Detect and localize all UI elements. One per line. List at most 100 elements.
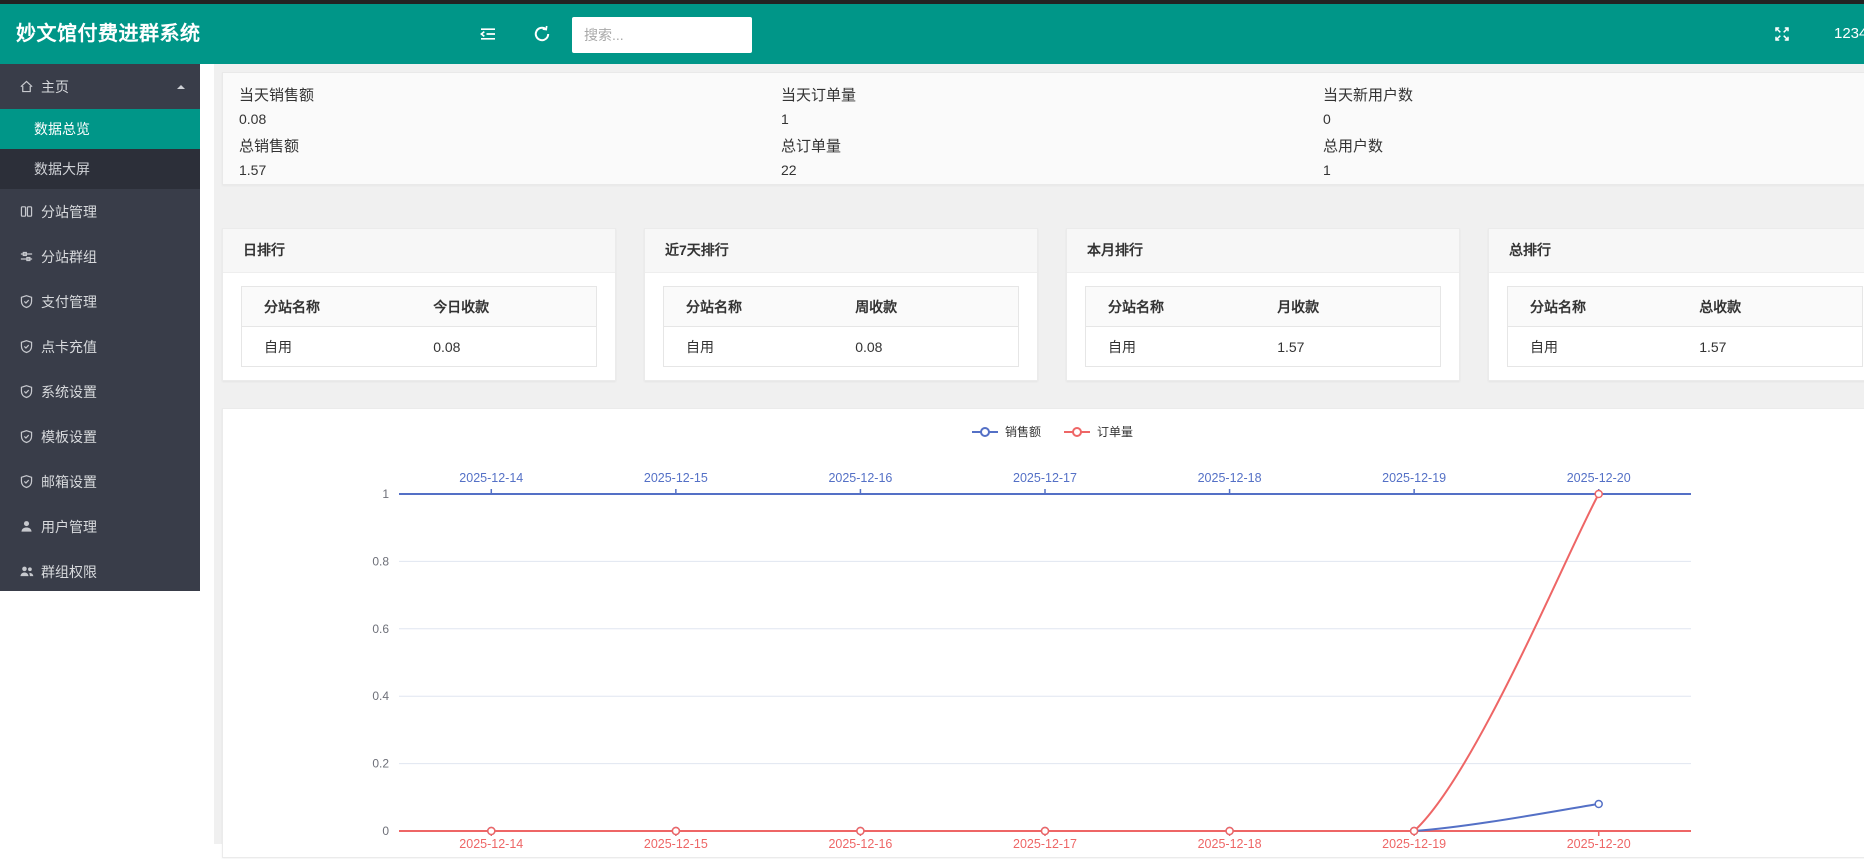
legend-marker-icon xyxy=(1063,426,1091,438)
sidebar-item-data-overview[interactable]: 数据总览 xyxy=(0,109,200,149)
fullscreen-icon[interactable] xyxy=(1764,4,1800,64)
sidebar-item-email-settings[interactable]: 邮箱设置 xyxy=(0,459,200,504)
app-header: 妙文馆付费进群系统 12345 xyxy=(0,4,1864,64)
svg-text:2025-12-16: 2025-12-16 xyxy=(828,471,892,485)
legend-label: 销售额 xyxy=(1005,425,1041,439)
sidebar-item-substation-groups[interactable]: 分站群组 xyxy=(0,234,200,279)
stat-label: 当天销售额 xyxy=(239,83,765,109)
window-top-edge xyxy=(0,0,1864,4)
sidebar-item-group-permissions[interactable]: 群组权限 xyxy=(0,549,200,594)
table-header-row: 分站名称总收款 xyxy=(1508,287,1863,327)
stat-cell: 总用户数1 xyxy=(1307,129,1847,180)
sidebar-item-template-settings[interactable]: 模板设置 xyxy=(0,414,200,459)
search-box xyxy=(572,17,752,53)
search-input[interactable] xyxy=(572,17,752,53)
shield-icon xyxy=(18,293,35,310)
stat-label: 总用户数 xyxy=(1323,134,1847,160)
svg-text:2025-12-19: 2025-12-19 xyxy=(1382,471,1446,485)
stat-value: 22 xyxy=(781,160,1307,180)
sidebar-item-payment-management[interactable]: 支付管理 xyxy=(0,279,200,324)
table-cell: 自用 xyxy=(1086,327,1278,367)
stat-cell: 当天新用户数0 xyxy=(1307,78,1847,129)
svg-text:2025-12-17: 2025-12-17 xyxy=(1013,471,1077,485)
svg-text:2025-12-19: 2025-12-19 xyxy=(1382,837,1446,851)
table-header-row: 分站名称月收款 xyxy=(1086,287,1441,327)
table-header-row: 分站名称今日收款 xyxy=(242,287,597,327)
stat-cell: 总销售额1.57 xyxy=(223,129,765,180)
sidebar-item-data-screen[interactable]: 数据大屏 xyxy=(0,149,200,189)
sidebar-item-user-management[interactable]: 用户管理 xyxy=(0,504,200,549)
sidebar-item-label: 用户管理 xyxy=(35,517,97,537)
legend-item-orders[interactable]: 订单量 xyxy=(1063,425,1133,439)
ranking-table: 分站名称总收款自用1.57 xyxy=(1507,286,1863,367)
sidebar-item-label: 主页 xyxy=(35,77,69,97)
ranking-card-title: 本月排行 xyxy=(1067,229,1459,273)
legend-item-sales[interactable]: 销售额 xyxy=(971,425,1041,439)
table-header-cell: 分站名称 xyxy=(242,287,434,327)
stat-cell: 总订单量22 xyxy=(765,129,1307,180)
stat-cell: 当天订单量1 xyxy=(765,78,1307,129)
svg-text:0: 0 xyxy=(382,824,389,838)
table-header-cell: 总收款 xyxy=(1699,287,1862,327)
ranking-card: 本月排行分站名称月收款自用1.57 xyxy=(1066,228,1460,381)
users-icon xyxy=(18,563,35,580)
table-cell: 1.57 xyxy=(1699,327,1862,367)
stats-card: 当天销售额0.08当天订单量1当天新用户数0总销售额1.57总订单量22总用户数… xyxy=(222,72,1864,185)
svg-text:2025-12-15: 2025-12-15 xyxy=(644,837,708,851)
ranking-card: 总排行分站名称总收款自用1.57 xyxy=(1488,228,1864,381)
sidebar-item-label: 模板设置 xyxy=(35,427,97,447)
svg-text:2025-12-20: 2025-12-20 xyxy=(1567,837,1631,851)
sidebar-item-label: 群组权限 xyxy=(35,562,97,582)
sidebar-item-label: 支付管理 xyxy=(35,292,97,312)
ranking-card-title: 总排行 xyxy=(1489,229,1864,273)
table-row: 自用0.08 xyxy=(664,327,1019,367)
sidebar-item-home[interactable]: 主页 xyxy=(0,64,200,109)
sidebar-menu: 主页数据总览数据大屏分站管理分站群组支付管理点卡充值系统设置模板设置邮箱设置用户… xyxy=(0,64,200,594)
svg-text:0.6: 0.6 xyxy=(372,622,389,636)
legend-label: 订单量 xyxy=(1097,425,1133,439)
table-header-cell: 周收款 xyxy=(855,287,1018,327)
table-cell: 0.08 xyxy=(433,327,596,367)
username[interactable]: 12345 xyxy=(1834,4,1864,64)
chevron-up-icon xyxy=(176,82,186,92)
ranking-card-body: 分站名称总收款自用1.57 xyxy=(1489,273,1864,380)
ranking-card-body: 分站名称周收款自用0.08 xyxy=(645,273,1037,380)
sidebar-item-system-settings[interactable]: 系统设置 xyxy=(0,369,200,414)
sidebar-item-label: 分站管理 xyxy=(35,202,97,222)
table-cell: 自用 xyxy=(664,327,856,367)
table-header-cell: 分站名称 xyxy=(1508,287,1700,327)
table-row: 自用1.57 xyxy=(1508,327,1863,367)
table-cell: 1.57 xyxy=(1277,327,1440,367)
home-icon xyxy=(18,78,35,95)
menu-collapse-icon[interactable] xyxy=(470,4,506,64)
shield-icon xyxy=(18,473,35,490)
sidebar-item-substation-management[interactable]: 分站管理 xyxy=(0,189,200,234)
svg-text:0.8: 0.8 xyxy=(372,554,389,568)
svg-text:0.2: 0.2 xyxy=(372,757,389,771)
svg-text:2025-12-14: 2025-12-14 xyxy=(459,471,523,485)
sidebar-item-card-recharge[interactable]: 点卡充值 xyxy=(0,324,200,369)
table-cell: 自用 xyxy=(242,327,434,367)
stat-value: 0.08 xyxy=(239,109,765,129)
ranking-table: 分站名称今日收款自用0.08 xyxy=(241,286,597,367)
stat-value: 0 xyxy=(1323,109,1847,129)
shield-icon xyxy=(18,383,35,400)
stat-value: 1.57 xyxy=(239,160,765,180)
stat-label: 当天新用户数 xyxy=(1323,83,1847,109)
shield-icon xyxy=(18,338,35,355)
stat-value: 1 xyxy=(781,109,1307,129)
table-header-cell: 今日收款 xyxy=(433,287,596,327)
sidebar-item-label: 分站群组 xyxy=(35,247,97,267)
svg-text:2025-12-20: 2025-12-20 xyxy=(1567,471,1631,485)
svg-text:2025-12-15: 2025-12-15 xyxy=(644,471,708,485)
ranking-row: 日排行分站名称今日收款自用0.08近7天排行分站名称周收款自用0.08本月排行分… xyxy=(222,228,1864,381)
svg-text:1: 1 xyxy=(382,487,389,501)
main-content: 当天销售额0.08当天订单量1当天新用户数0总销售额1.57总订单量22总用户数… xyxy=(200,64,1864,844)
sidebar-item-label: 系统设置 xyxy=(35,382,97,402)
chart-legend: 销售额 订单量 xyxy=(223,425,1864,439)
refresh-icon[interactable] xyxy=(524,4,560,64)
table-header-cell: 分站名称 xyxy=(664,287,856,327)
stat-cell: 当天销售额0.08 xyxy=(223,78,765,129)
ranking-card-body: 分站名称月收款自用1.57 xyxy=(1067,273,1459,380)
svg-text:2025-12-18: 2025-12-18 xyxy=(1198,837,1262,851)
